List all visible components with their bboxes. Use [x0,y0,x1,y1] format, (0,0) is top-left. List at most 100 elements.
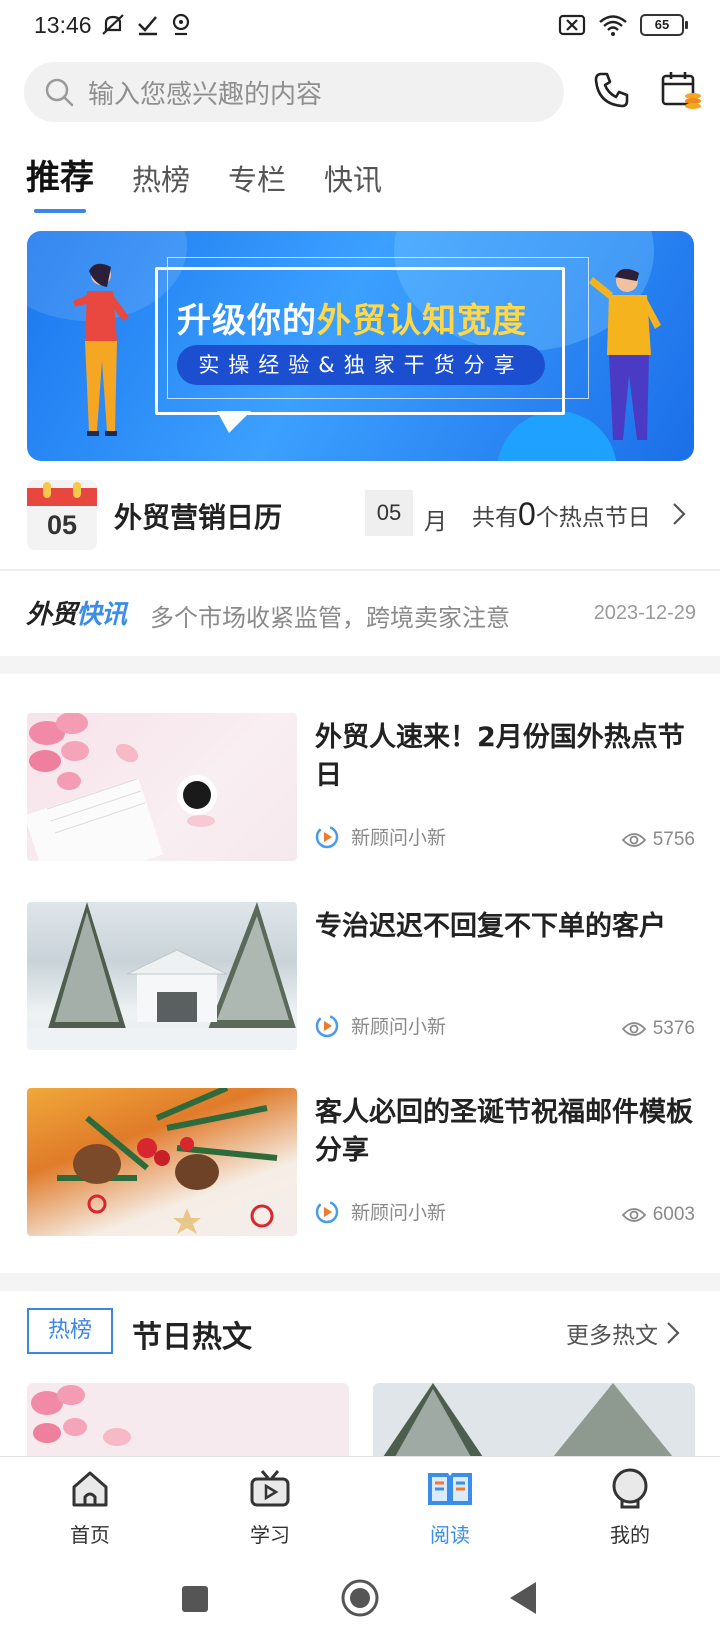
banner-subtitle: 实操经验&独家干货分享 [177,345,545,385]
count-value: 0 [518,496,536,532]
tab-flash[interactable]: 快讯 [324,157,382,199]
nav-label: 首页 [70,1523,110,1547]
search-icon [45,78,74,107]
status-left-icons [100,12,192,38]
bottom-navigation: 首页 学习 阅读 我的 [0,1456,720,1556]
man-illustration [589,268,661,440]
location-icon [172,13,190,36]
hot-section-title: 节日热文 [132,1320,252,1355]
article-item[interactable]: 外贸人速来！2月份国外热点节日 新顾问小新 5756 [27,713,695,863]
article-author: 新顾问小新 [315,1012,446,1039]
home-icon [72,1471,108,1507]
eye-icon [621,1208,646,1222]
profile-icon [612,1468,648,1509]
article-title: 客人必回的圣诞节祝福邮件模板分享 [315,1097,693,1166]
article-views: 5376 [621,1018,695,1040]
hot-tag: 热榜 [27,1308,113,1354]
author-avatar-icon [315,1014,339,1037]
author-name: 新顾问小新 [351,1016,447,1038]
more-label: 更多热文 [566,1323,658,1349]
article-item[interactable]: 专治迟迟不回复不下单的客户 新顾问小新 5376 [27,902,695,1052]
article-views: 6003 [621,1204,695,1226]
view-count: 6003 [652,1204,695,1225]
nav-label: 阅读 [430,1523,470,1547]
calendar-icon-day: 05 [46,510,78,540]
month-selector[interactable]: 05 [365,490,413,536]
snowy-bridge-image [27,902,297,1050]
hot-article-card[interactable] [373,1383,695,1457]
calendar-ring [73,482,81,498]
calendar-title: 外贸营销日历 [114,501,283,534]
article-thumbnail [27,713,297,861]
banner-title-prefix: 升级你的 [177,301,317,341]
flash-date: 2023-12-29 [593,602,696,624]
christmas-pinecones-image [57,1088,278,1234]
flash-logo-part-a: 外贸 [26,600,77,630]
system-navigation-bar [0,1556,720,1650]
calendar-icon: 05 [27,480,97,550]
speech-bubble-tail [217,411,251,433]
article-author: 新顾问小新 [315,823,446,850]
tulips-card-image [27,1383,349,1457]
article-title: 专治迟迟不回复不下单的客户 [315,911,666,942]
flash-logo-part-b: 快讯 [76,600,127,630]
calendar-icon-header [27,488,97,506]
eye-icon [621,833,646,847]
tab-recommend[interactable]: 推荐 [26,150,94,213]
hot-article-card[interactable] [27,1383,349,1457]
phone-icon[interactable] [592,70,632,110]
article-author: 新顾问小新 [315,1198,446,1225]
article-views: 5756 [621,829,695,851]
search-placeholder: 输入您感兴趣的内容 [88,79,323,110]
marketing-calendar-row[interactable]: 05 外贸营销日历 05 月 共有0个热点节日 [0,474,720,554]
battery-indicator: 65 [640,14,688,36]
promo-banner[interactable]: 升级你的外贸认知宽度 实操经验&独家干货分享 [27,231,694,461]
wifi-icon [599,15,627,36]
flash-news-logo: 外贸快讯 [26,594,127,631]
search-input[interactable]: 输入您感兴趣的内容 [24,62,564,122]
article-thumbnail [27,902,297,1050]
more-hot-articles-link[interactable]: 更多热文 [566,1316,680,1350]
view-count: 5376 [652,1018,695,1039]
nav-read[interactable]: 阅读 [390,1467,510,1548]
section-divider [0,656,720,674]
tulips-notebook-image [27,713,217,861]
article-thumbnail [27,1088,297,1236]
eye-icon [621,1022,646,1036]
article-item[interactable]: 客人必回的圣诞节祝福邮件模板分享 新顾问小新 6003 [27,1088,695,1238]
chevron-right-icon [673,503,686,525]
nav-label: 我的 [610,1523,650,1547]
section-divider [0,1273,720,1291]
month-label: 月 [424,509,447,535]
calendar-coin-icon[interactable] [660,70,702,110]
count-suffix: 个热点节日 [535,505,651,531]
nav-label: 学习 [250,1523,290,1547]
nav-home[interactable]: 首页 [30,1467,150,1548]
banner-title: 升级你的外贸认知宽度 [177,293,527,342]
recent-apps-button[interactable] [180,1584,210,1614]
article-title: 外贸人速来！2月份国外热点节日 [315,722,685,791]
author-avatar-icon [315,825,339,848]
tab-hot[interactable]: 热榜 [132,157,190,199]
woman-illustration [73,263,129,436]
flash-news-row[interactable]: 外贸快讯 多个市场收紧监管，跨境卖家注意 2023-12-29 [0,574,720,654]
count-prefix: 共有 [472,505,518,531]
snowy-trees-card-image [373,1383,695,1457]
hot-festival-count: 共有0个热点节日 [472,496,651,533]
back-button[interactable] [508,1580,540,1616]
home-button[interactable] [340,1578,380,1618]
divider [0,569,720,571]
calendar-ring [43,482,51,498]
tab-column[interactable]: 专栏 [228,157,286,199]
view-count: 5756 [652,829,695,850]
sim-off-icon [558,14,586,36]
author-name: 新顾问小新 [351,1202,447,1224]
status-bar: 13:46 65 [0,0,720,54]
check-icon [138,16,157,36]
nav-profile[interactable]: 我的 [570,1467,690,1548]
mute-icon [102,14,124,35]
flash-headline: 多个市场收紧监管，跨境卖家注意 [150,604,510,632]
status-right-icons: 65 [558,13,688,37]
author-name: 新顾问小新 [351,827,447,849]
nav-study[interactable]: 学习 [210,1467,330,1548]
